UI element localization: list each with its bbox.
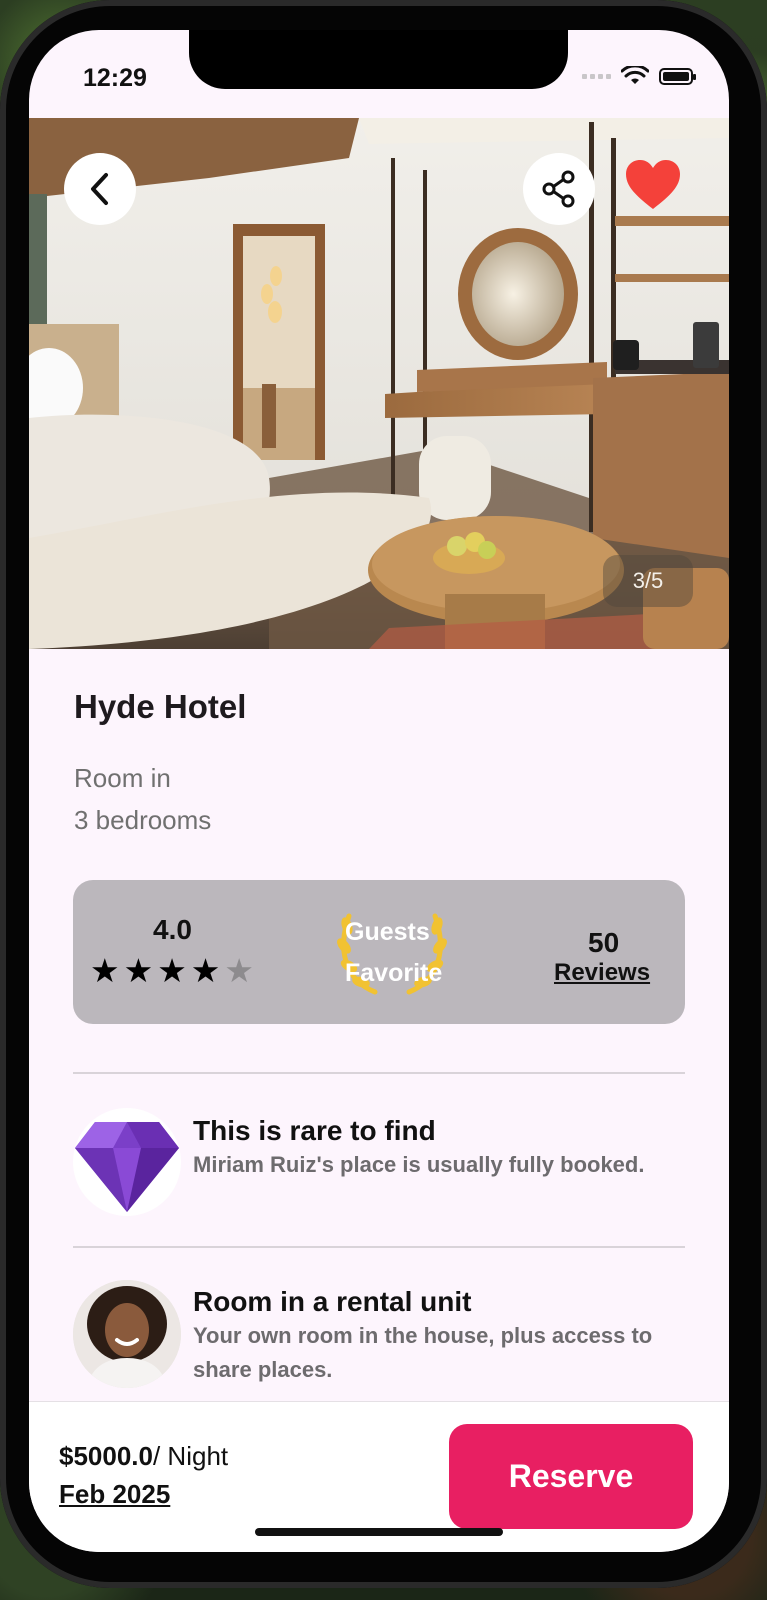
room-photo-gallery[interactable]: 3/5: [29, 118, 729, 649]
wifi-icon: [621, 66, 649, 84]
listing-title: Hyde Hotel: [74, 688, 247, 725]
rating-card: 4.0 ★ ★ ★ ★ ★ Guests Favorite 50 Reviews: [73, 880, 685, 1024]
favorite-heart-icon[interactable]: [625, 159, 681, 211]
badge-line-favorite: Favorite: [345, 959, 443, 987]
reviews-count: 50: [588, 927, 620, 958]
feature-description: Miriam Ruiz's place is usually fully boo…: [193, 1152, 645, 1177]
badge-line-guests: Guests: [345, 918, 430, 946]
price-amount: $5000.0: [59, 1441, 153, 1471]
divider: [73, 1072, 685, 1074]
chevron-left-icon: [91, 173, 108, 205]
star-icon: ★: [90, 952, 120, 989]
listing-type: Room in: [74, 763, 171, 793]
feature-title: Room in a rental unit: [193, 1286, 472, 1317]
listing-bedrooms: 3 bedrooms: [74, 805, 212, 835]
host-avatar: [73, 1280, 181, 1388]
star-icon: ★: [190, 952, 221, 989]
divider: [73, 1246, 685, 1248]
star-rating: ★ ★ ★ ★ ★: [90, 954, 254, 987]
home-indicator: [255, 1528, 503, 1536]
feature-description: Your own room in the house, plus access …: [193, 1323, 653, 1382]
share-icon: [542, 170, 575, 208]
phone-frame: 12:29 3/5 Hyde Hotel Room in 3 bedrooms …: [0, 0, 767, 1588]
rating-value: 4.0: [153, 914, 192, 945]
photo-counter: 3/5: [603, 555, 693, 607]
reviews-link[interactable]: Reviews: [554, 959, 650, 987]
back-button[interactable]: [64, 153, 136, 225]
star-empty-icon: ★: [224, 952, 254, 989]
status-icons: [582, 66, 696, 86]
feature-title: This is rare to find: [193, 1115, 436, 1146]
status-time: 12:29: [83, 64, 147, 92]
diamond-icon: [73, 1108, 181, 1216]
device-notch: [189, 30, 568, 89]
reserve-button[interactable]: Reserve: [449, 1424, 693, 1529]
share-button[interactable]: [523, 153, 595, 225]
star-icon: ★: [123, 952, 154, 989]
star-icon: ★: [157, 952, 187, 989]
app-screen: 12:29 3/5 Hyde Hotel Room in 3 bedrooms …: [29, 30, 729, 1552]
battery-icon: [659, 67, 696, 85]
price-per-night: $5000.0/ Night: [59, 1441, 228, 1472]
booking-date-link[interactable]: Feb 2025: [59, 1479, 170, 1510]
signal-icon: [582, 73, 611, 79]
price-unit: / Night: [152, 1441, 229, 1471]
